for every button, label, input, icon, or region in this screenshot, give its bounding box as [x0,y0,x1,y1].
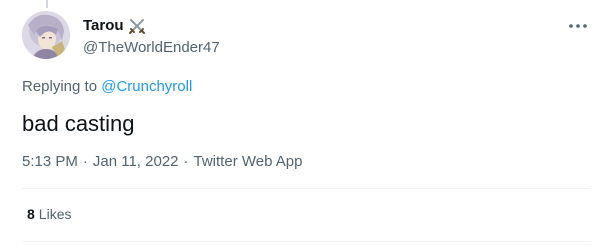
tweet-header: Tarou @TheWorldEnder47 [83,16,220,56]
author-display-name[interactable]: Tarou [83,17,124,34]
thread-connector-line [46,0,48,8]
avatar[interactable] [22,11,70,59]
tweet-time-link[interactable]: 5:13 PM [22,153,78,170]
avatar-image [22,11,70,59]
author-handle[interactable]: @TheWorldEnder47 [83,39,220,56]
likes-count: 8 [27,206,35,222]
author-name-row: Tarou [83,16,220,35]
meta-separator: · [183,153,189,170]
tweet-source-link[interactable]: Twitter Web App [194,153,303,170]
likes-label: Likes [38,206,72,222]
tweet-metadata: 5:13 PM · Jan 11, 2022 · Twitter Web App [22,153,302,170]
divider [22,188,590,189]
tweet-date-link[interactable]: Jan 11, 2022 [93,153,179,170]
likes-stat[interactable]: 8 Likes [27,206,71,222]
tweet-text: bad casting [22,111,135,136]
more-options-button[interactable] [566,16,590,36]
replying-to-prefix: Replying to [22,78,102,95]
meta-separator: · [82,153,88,170]
crossed-swords-icon [128,17,146,35]
more-dots-icon [569,24,587,28]
replying-to-line: Replying to @Crunchyroll [22,78,192,95]
reply-mention-link[interactable]: @Crunchyroll [101,78,192,95]
divider [22,241,590,242]
